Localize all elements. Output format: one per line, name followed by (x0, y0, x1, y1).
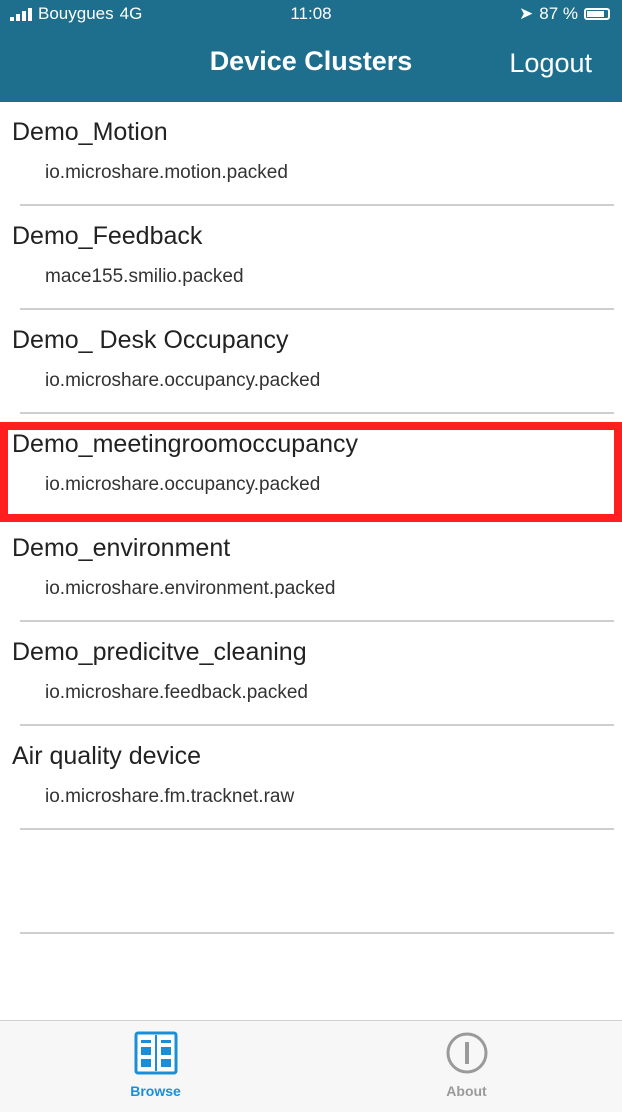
device-cluster-list: Demo_Motion io.microshare.motion.packed … (0, 102, 622, 934)
cluster-type: io.microshare.environment.packed (45, 578, 336, 599)
cluster-row[interactable]: Demo_environment io.microshare.environme… (0, 518, 622, 622)
cluster-name: Air quality device (12, 742, 201, 770)
top-bar: Bouygues 4G 11:08 ➤ 87 % Device Clusters… (0, 0, 622, 102)
battery-percent: 87 % (539, 4, 578, 23)
browse-icon (134, 1031, 178, 1080)
row-divider (20, 932, 614, 934)
cluster-type: io.microshare.occupancy.packed (45, 474, 321, 495)
cluster-row-highlighted[interactable]: Demo_meetingroomoccupancy io.microshare.… (0, 414, 622, 518)
tab-browse[interactable]: Browse (0, 1021, 311, 1112)
cluster-row[interactable]: Air quality device io.microshare.fm.trac… (0, 726, 622, 830)
cluster-type: io.microshare.feedback.packed (45, 682, 308, 703)
status-right: ➤ 87 % (519, 4, 610, 24)
cluster-row[interactable]: Demo_Motion io.microshare.motion.packed (0, 102, 622, 206)
tab-bar: Browse About (0, 1020, 622, 1112)
cluster-type: io.microshare.motion.packed (45, 162, 288, 183)
cluster-row[interactable]: Demo_Feedback mace155.smilio.packed (0, 206, 622, 310)
battery-icon (584, 8, 610, 20)
cluster-row[interactable]: Demo_ Desk Occupancy io.microshare.occup… (0, 310, 622, 414)
status-bar: Bouygues 4G 11:08 ➤ 87 % (0, 0, 622, 28)
cluster-name: Demo_Feedback (12, 222, 203, 250)
tab-about-label: About (446, 1083, 487, 1099)
cluster-type: mace155.smilio.packed (45, 266, 244, 287)
cluster-name: Demo_predicitve_cleaning (12, 638, 307, 666)
cluster-name: Demo_environment (12, 534, 231, 562)
app-screen: Bouygues 4G 11:08 ➤ 87 % Device Clusters… (0, 0, 622, 1112)
cluster-name: Demo_meetingroomoccupancy (12, 430, 359, 458)
cluster-name: Demo_Motion (12, 118, 168, 146)
tab-about[interactable]: About (311, 1021, 622, 1112)
tab-browse-label: Browse (130, 1083, 181, 1099)
cluster-row[interactable]: Demo_predicitve_cleaning io.microshare.f… (0, 622, 622, 726)
cluster-type: io.microshare.fm.tracknet.raw (45, 786, 295, 807)
cluster-type: io.microshare.occupancy.packed (45, 370, 321, 391)
info-icon (445, 1031, 489, 1080)
cluster-name: Demo_ Desk Occupancy (12, 326, 289, 354)
logout-button[interactable]: Logout (509, 48, 592, 79)
empty-row (0, 830, 622, 934)
navigation-bar: Device Clusters Logout (0, 28, 622, 102)
location-icon: ➤ (519, 4, 534, 23)
